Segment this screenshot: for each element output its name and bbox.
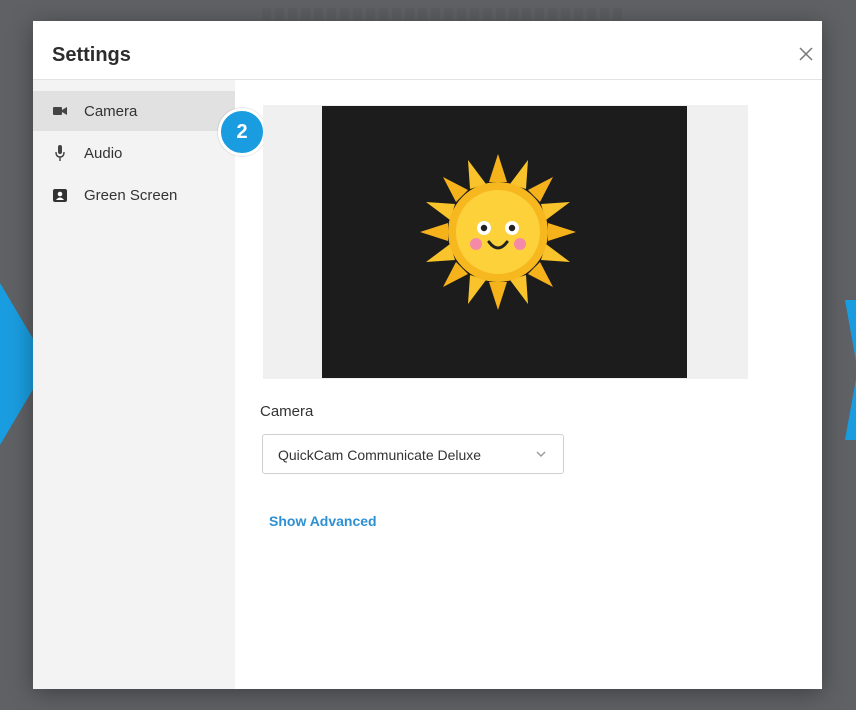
sun-face-icon — [420, 154, 576, 310]
microphone-icon — [52, 145, 68, 161]
camera-preview — [322, 106, 687, 378]
settings-sidebar: Camera Audio Green Screen — [33, 80, 235, 689]
right-arrow-indicator — [845, 300, 856, 440]
sidebar-item-label: Audio — [84, 144, 123, 162]
close-icon — [799, 47, 813, 61]
sidebar-item-label: Camera — [84, 102, 138, 120]
sidebar-item-camera[interactable]: Camera — [33, 91, 235, 131]
background-page-text — [262, 8, 622, 20]
close-button[interactable] — [794, 42, 818, 66]
dialog-header: Settings — [33, 21, 822, 80]
step-number-badge: 2 — [218, 108, 266, 156]
video-camera-icon — [52, 103, 68, 119]
show-advanced-link[interactable]: Show Advanced — [269, 513, 377, 529]
camera-field-label: Camera — [260, 403, 314, 420]
contact-card-icon — [52, 187, 68, 203]
sidebar-item-green-screen[interactable]: Green Screen — [33, 175, 235, 215]
chevron-down-icon — [536, 451, 546, 457]
dialog-title: Settings — [52, 44, 131, 66]
camera-device-value: QuickCam Communicate Deluxe — [278, 447, 482, 463]
camera-device-select[interactable]: QuickCam Communicate Deluxe — [262, 434, 564, 474]
sidebar-item-audio[interactable]: Audio — [33, 133, 235, 173]
sidebar-item-label: Green Screen — [84, 186, 178, 204]
settings-dialog: Settings Camera Audio Green Screen 2 Cam… — [33, 21, 822, 689]
